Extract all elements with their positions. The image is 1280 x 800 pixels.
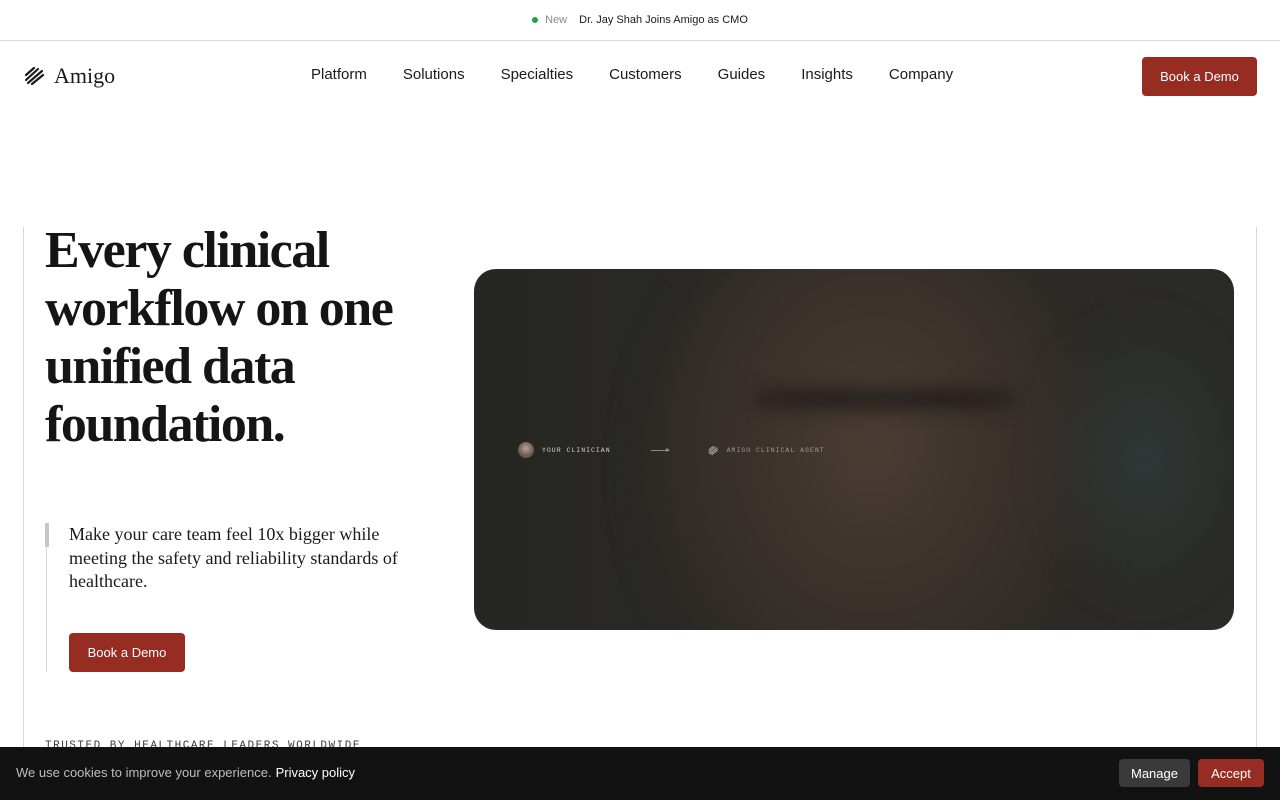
hero-book-demo-button[interactable]: Book a Demo xyxy=(69,633,185,672)
nav-item-solutions[interactable]: Solutions xyxy=(403,66,465,83)
nav-menu: Platform Solutions Specialties Customers… xyxy=(311,66,953,83)
hero-title: Every clinical workflow on one unified d… xyxy=(45,222,394,453)
nav-book-demo-button[interactable]: Book a Demo xyxy=(1142,57,1257,96)
nav-item-customers[interactable]: Customers xyxy=(609,66,682,83)
cookie-message: We use cookies to improve your experienc… xyxy=(16,765,272,780)
agent-label: AMIGO CLINICAL AGENT xyxy=(726,446,825,454)
hero-subtitle: Make your care team feel 10x bigger whil… xyxy=(69,524,398,591)
brand-name: Amigo xyxy=(54,63,116,88)
nav-item-specialties[interactable]: Specialties xyxy=(501,66,574,83)
quote-rule xyxy=(46,547,47,672)
arrow-right-icon xyxy=(650,447,670,452)
announcement-tag: New xyxy=(545,14,568,26)
cookie-message-wrap: We use cookies to improve your experienc… xyxy=(16,765,355,780)
clinician-label: YOUR CLINICIAN xyxy=(542,446,611,454)
announcement-bar[interactable]: New Dr. Jay Shah Joins Amigo as CMO xyxy=(0,0,1280,41)
announcement-headline[interactable]: Dr. Jay Shah Joins Amigo as CMO xyxy=(579,14,748,26)
status-dot xyxy=(532,17,539,23)
cookie-banner: We use cookies to improve your experienc… xyxy=(0,747,1280,800)
portrait-detail xyxy=(754,379,1014,419)
cookie-manage-button[interactable]: Manage xyxy=(1119,759,1190,787)
amigo-agent-icon xyxy=(708,445,718,455)
frame-divider-right xyxy=(1256,227,1257,747)
nav-item-insights[interactable]: Insights xyxy=(801,66,853,83)
cookie-accept-button[interactable]: Accept xyxy=(1198,759,1264,787)
hero-video[interactable]: YOUR CLINICIAN AMIGO CLINICAL AGENT xyxy=(474,269,1234,630)
brand-logo[interactable]: Amigo xyxy=(22,63,115,89)
nav-item-platform[interactable]: Platform xyxy=(311,66,367,83)
nav-item-company[interactable]: Company xyxy=(889,66,953,83)
clinician-avatar xyxy=(518,442,534,458)
quote-accent-bar xyxy=(45,523,49,547)
agent-flow: YOUR CLINICIAN AMIGO CLINICAL AGENT xyxy=(518,442,825,458)
frame-divider-left xyxy=(23,227,24,747)
main-nav: Amigo Platform Solutions Specialties Cus… xyxy=(0,41,1280,111)
background-shade xyxy=(1034,309,1234,609)
amigo-logo-icon xyxy=(24,66,45,86)
privacy-policy-link[interactable]: Privacy policy xyxy=(276,765,355,780)
nav-item-guides[interactable]: Guides xyxy=(718,66,766,83)
